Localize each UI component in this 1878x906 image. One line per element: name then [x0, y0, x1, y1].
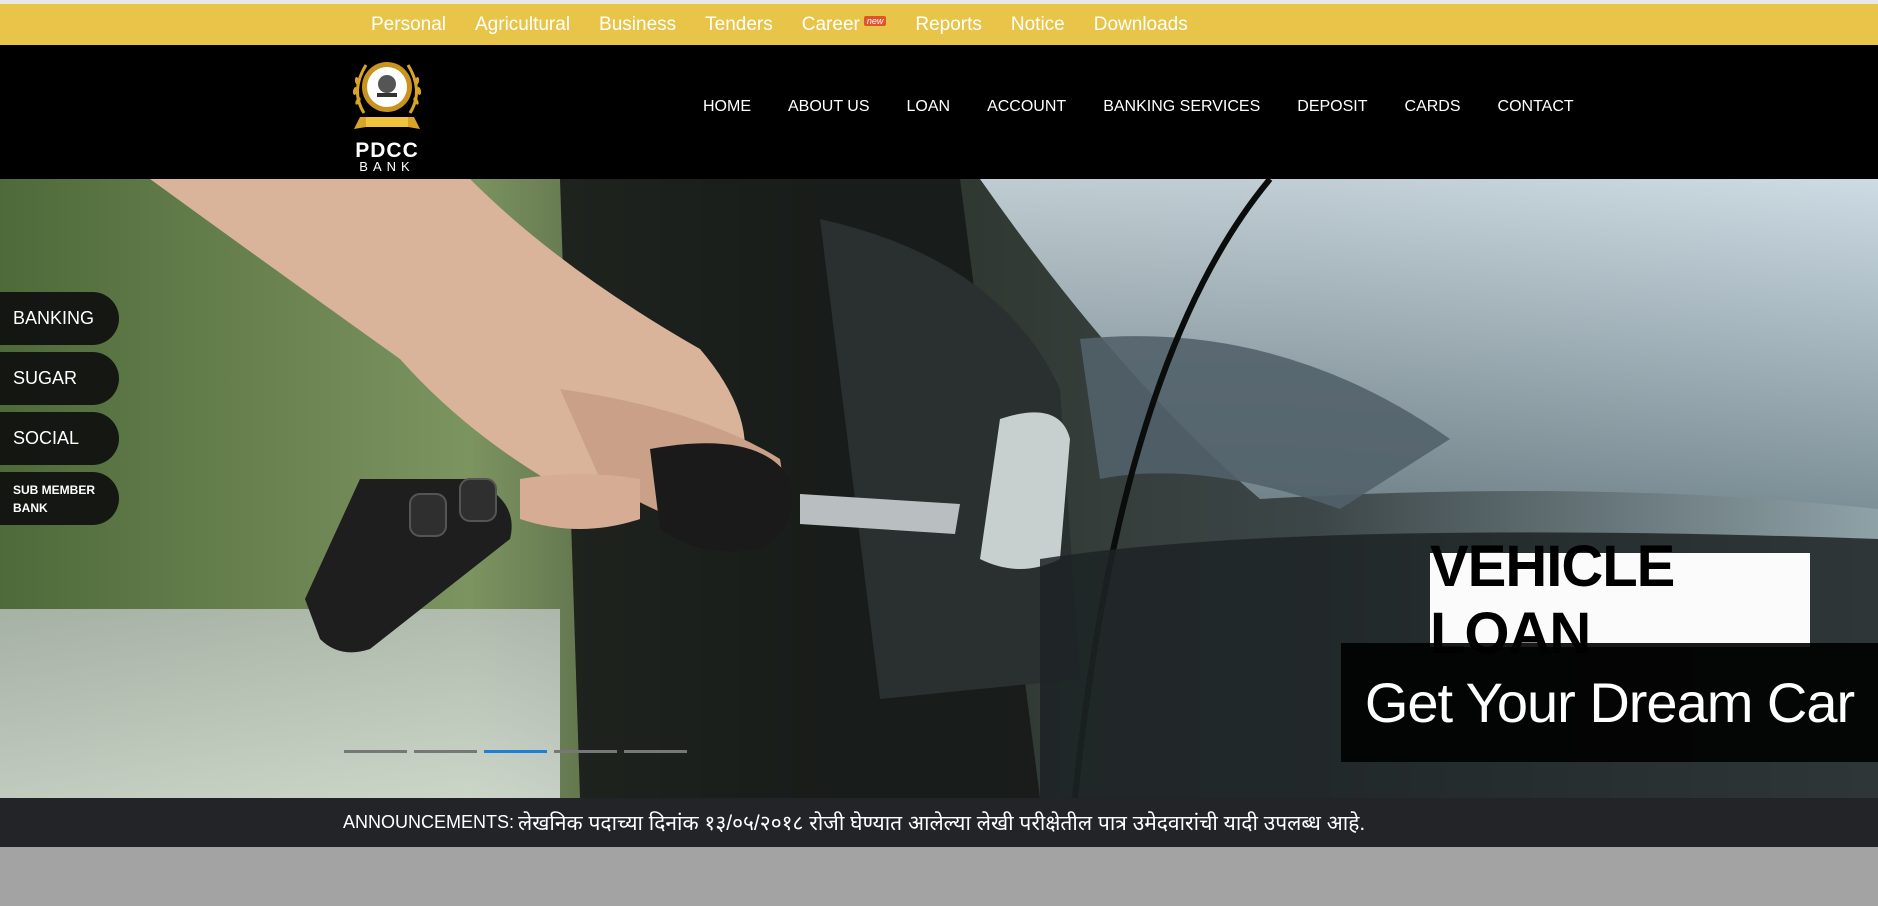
top-link-label: Reports [915, 13, 982, 35]
sidetab-label: SUB MEMBER BANK [13, 482, 96, 515]
logo-subtext: BANK [359, 159, 415, 174]
nav-item-account[interactable]: ACCOUNT [987, 98, 1066, 116]
top-link-notice[interactable]: Notice [1011, 14, 1065, 36]
slider-indicator-2[interactable] [414, 750, 477, 753]
top-link-tenders[interactable]: Tenders [705, 14, 773, 36]
top-links-bar: Personal Agricultural Business Tenders C… [0, 4, 1878, 45]
sidetab-social[interactable]: SOCIAL [0, 412, 119, 465]
top-link-career[interactable]: Career new [802, 14, 887, 36]
nav-item-home[interactable]: HOME [703, 98, 751, 116]
sidetab-sugar[interactable]: SUGAR [0, 352, 119, 405]
top-link-label: Notice [1010, 13, 1065, 35]
top-link-personal[interactable]: Personal [371, 14, 446, 36]
announcement-label: ANNOUNCEMENTS: [343, 812, 515, 832]
top-link-downloads[interactable]: Downloads [1094, 14, 1188, 36]
top-link-label: Business [599, 13, 677, 35]
top-link-label: Career [801, 13, 860, 35]
slider-indicator-4[interactable] [554, 750, 617, 753]
slider-indicator-5[interactable] [624, 750, 687, 753]
sidetab-banking[interactable]: BANKING [0, 292, 119, 345]
top-link-reports[interactable]: Reports [915, 14, 982, 36]
top-link-business[interactable]: Business [599, 14, 676, 36]
new-badge: new [863, 15, 887, 26]
slide-caption-subtitle: Get Your Dream Car [1341, 643, 1878, 762]
top-link-label: Personal [371, 13, 446, 35]
hero-slider[interactable]: BANKING SUGAR SOCIAL SUB MEMBER BANK VEH… [0, 179, 1878, 798]
bank-emblem-icon [352, 62, 422, 129]
announcement-bar: ANNOUNCEMENTS: लेखनिक पदाच्या दिनांक १३/… [0, 798, 1878, 847]
top-link-label: Downloads [1093, 13, 1188, 35]
slider-indicators [344, 750, 694, 753]
nav-item-contact[interactable]: CONTACT [1498, 98, 1574, 116]
top-link-label: Agricultural [475, 13, 571, 35]
bank-logo[interactable]: PDCC BANK [344, 51, 430, 175]
nav-item-deposit[interactable]: DEPOSIT [1297, 98, 1367, 116]
site-header: PDCC BANK HOME ABOUT US LOAN ACCOUNT BAN… [0, 45, 1878, 179]
sidetab-sub-member-bank[interactable]: SUB MEMBER BANK [0, 472, 119, 525]
slider-indicator-3[interactable] [484, 750, 547, 753]
nav-item-cards[interactable]: CARDS [1405, 98, 1461, 116]
nav-item-banking-services[interactable]: BANKING SERVICES [1103, 98, 1260, 116]
announcement-text[interactable]: लेखनिक पदाच्या दिनांक १३/०५/२०१८ रोजी घे… [518, 809, 1365, 837]
top-link-agricultural[interactable]: Agricultural [475, 14, 570, 36]
top-links: Personal Agricultural Business Tenders C… [371, 4, 1217, 45]
main-navigation: HOME ABOUT US LOAN ACCOUNT BANKING SERVI… [703, 45, 1611, 169]
top-link-label: Tenders [705, 13, 773, 35]
nav-item-about-us[interactable]: ABOUT US [788, 98, 870, 116]
slider-indicator-1[interactable] [344, 750, 407, 753]
slide-caption-title: VEHICLE LOAN [1430, 534, 1810, 666]
nav-item-loan[interactable]: LOAN [907, 98, 951, 116]
